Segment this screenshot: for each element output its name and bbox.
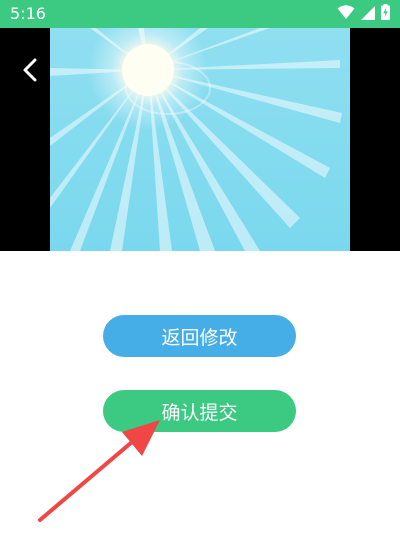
return-modify-button[interactable]: 返回修改 xyxy=(103,315,296,357)
captured-photo xyxy=(50,28,350,251)
status-icons xyxy=(337,4,390,24)
status-time: 5:16 xyxy=(10,4,46,23)
wifi-icon xyxy=(337,4,355,24)
confirm-submit-button[interactable]: 确认提交 xyxy=(103,390,296,432)
chevron-left-icon xyxy=(23,58,37,82)
back-button[interactable] xyxy=(12,52,48,88)
media-viewer xyxy=(0,28,400,251)
status-bar: 5:16 xyxy=(0,0,400,28)
signal-icon xyxy=(361,5,375,24)
battery-charging-icon xyxy=(381,4,390,24)
